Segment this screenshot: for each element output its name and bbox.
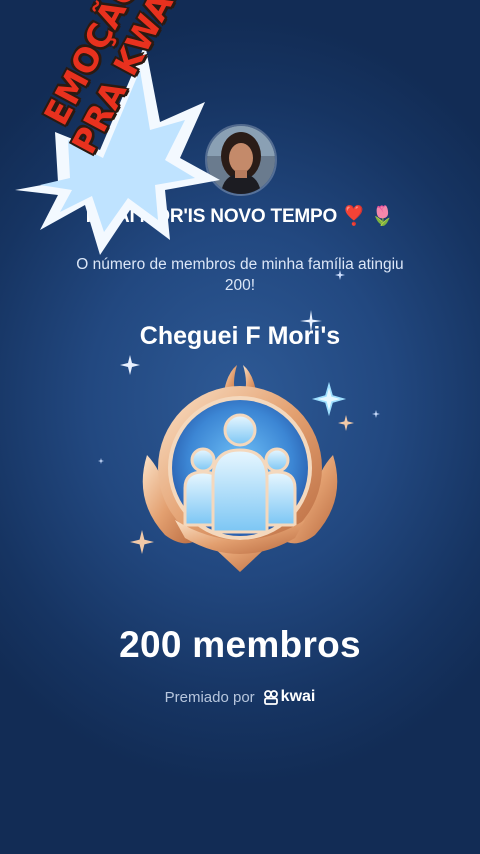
- kwai-logo[interactable]: kwai: [263, 688, 316, 706]
- family-members-badge-icon: [142, 365, 338, 572]
- member-count: 200 membros: [119, 624, 361, 665]
- sparkle-icon: [98, 458, 104, 464]
- kwai-brand-text: kwai: [280, 688, 316, 705]
- awarded-by-label: Premiado por: [164, 688, 255, 706]
- achievement-title: Cheguei F Mori's: [139, 322, 341, 350]
- sparkle-icon: [372, 410, 380, 418]
- tulip-emoji-icon: 🌷: [370, 206, 395, 227]
- awarded-by: Premiado por kwai: [0, 688, 480, 706]
- kwai-logo-icon: [263, 690, 278, 705]
- heart-emoji-icon: ❣️: [342, 206, 366, 227]
